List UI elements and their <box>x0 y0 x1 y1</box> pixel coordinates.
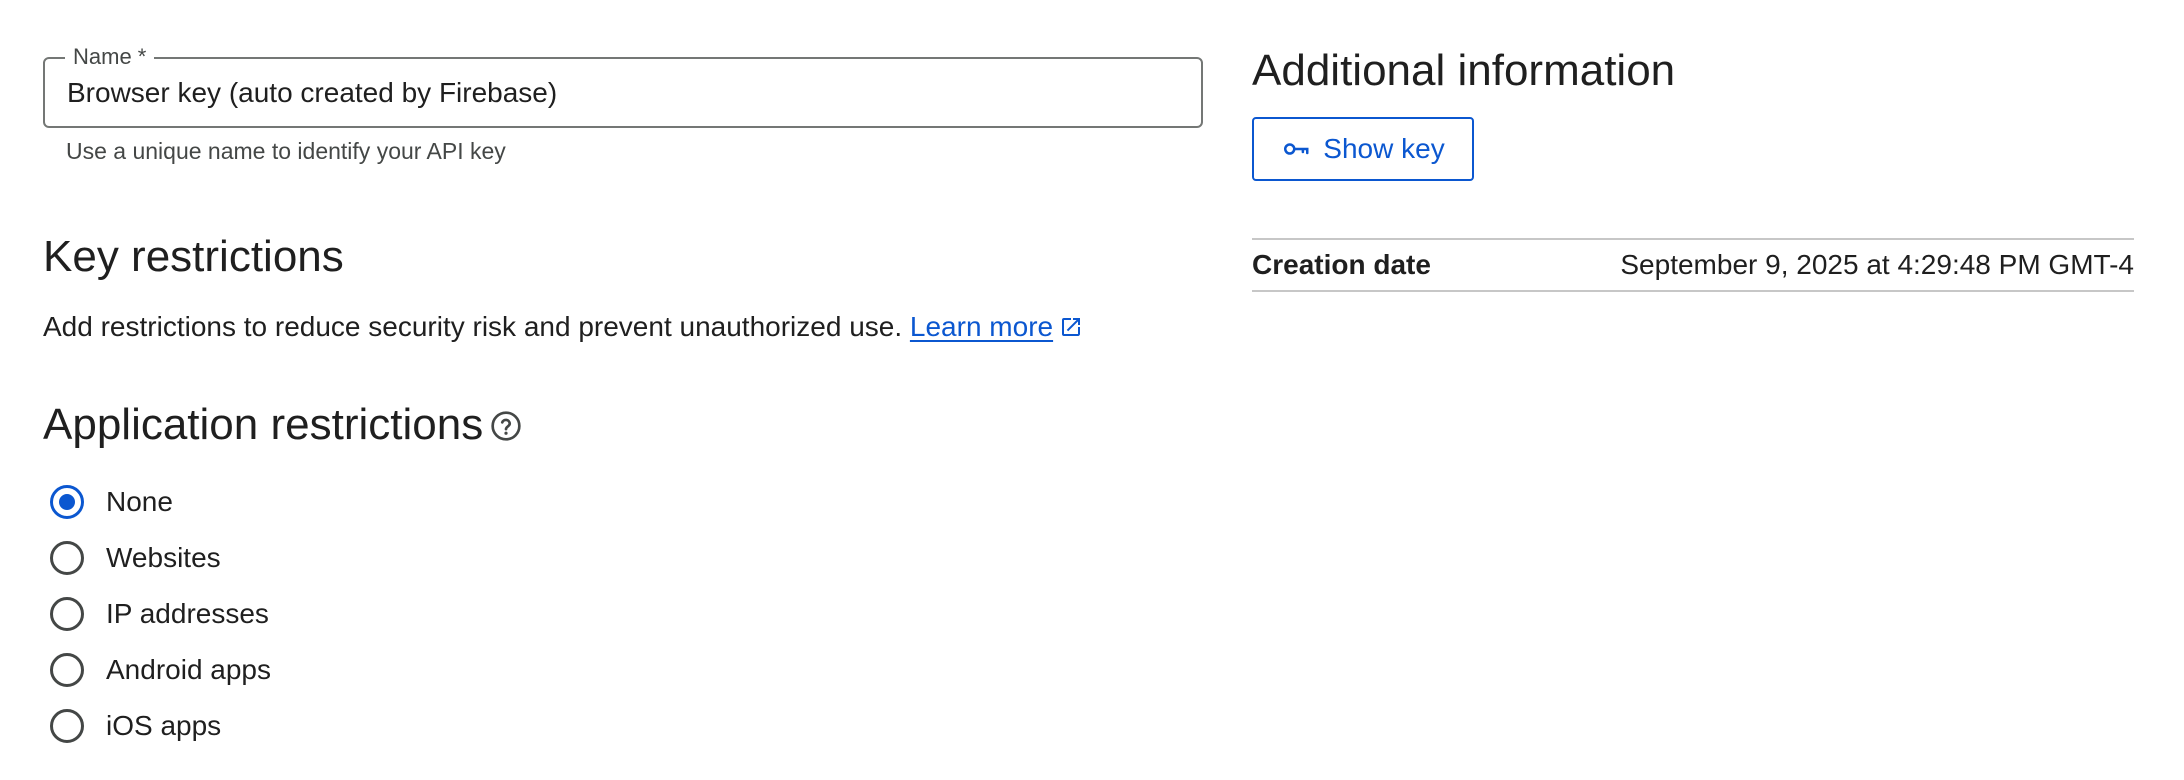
radio-option-none[interactable]: None <box>50 474 271 530</box>
name-field[interactable]: Name * <box>43 42 1203 128</box>
radio-label: Websites <box>106 542 221 573</box>
learn-more-link[interactable]: Learn more <box>910 311 1053 342</box>
application-restrictions-radio-group: None Websites IP addresses Android apps … <box>50 474 271 754</box>
radio-option-ios-apps[interactable]: iOS apps <box>50 698 271 754</box>
help-circle-icon[interactable] <box>490 410 522 442</box>
name-input[interactable] <box>67 59 1179 126</box>
radio-option-ip-addresses[interactable]: IP addresses <box>50 586 271 642</box>
radio-label: iOS apps <box>106 710 222 741</box>
external-link-icon[interactable] <box>1059 315 1083 339</box>
key-restrictions-description: Add restrictions to reduce security risk… <box>43 311 1083 343</box>
radio-label: IP addresses <box>106 598 269 629</box>
radio-option-android-apps[interactable]: Android apps <box>50 642 271 698</box>
name-field-hint: Use a unique name to identify your API k… <box>66 138 506 164</box>
creation-date-value: September 9, 2025 at 4:29:48 PM GMT-4 <box>1620 249 2134 280</box>
application-restrictions-title: Application restrictions <box>43 400 484 449</box>
key-icon <box>1284 143 1309 155</box>
radio-button[interactable] <box>50 541 84 575</box>
learn-more-label: Learn more <box>909 311 1054 342</box>
radio-button-selected[interactable] <box>50 485 84 519</box>
creation-date-row: Creation date September 9, 2025 at 4:29:… <box>1252 238 2134 292</box>
radio-label: None <box>106 486 173 517</box>
radio-button[interactable] <box>50 709 84 743</box>
show-key-label: Show key <box>1323 133 1445 164</box>
show-key-button[interactable]: Show key <box>1252 117 1474 181</box>
radio-button[interactable] <box>50 597 84 631</box>
additional-information-title: Additional information <box>1252 46 1676 95</box>
radio-label: Android apps <box>106 654 272 685</box>
creation-date-label: Creation date <box>1252 249 1431 280</box>
key-restrictions-title: Key restrictions <box>43 232 344 281</box>
key-restrictions-description-text: Add restrictions to reduce security risk… <box>43 311 903 342</box>
radio-option-websites[interactable]: Websites <box>50 530 271 586</box>
radio-button[interactable] <box>50 653 84 687</box>
